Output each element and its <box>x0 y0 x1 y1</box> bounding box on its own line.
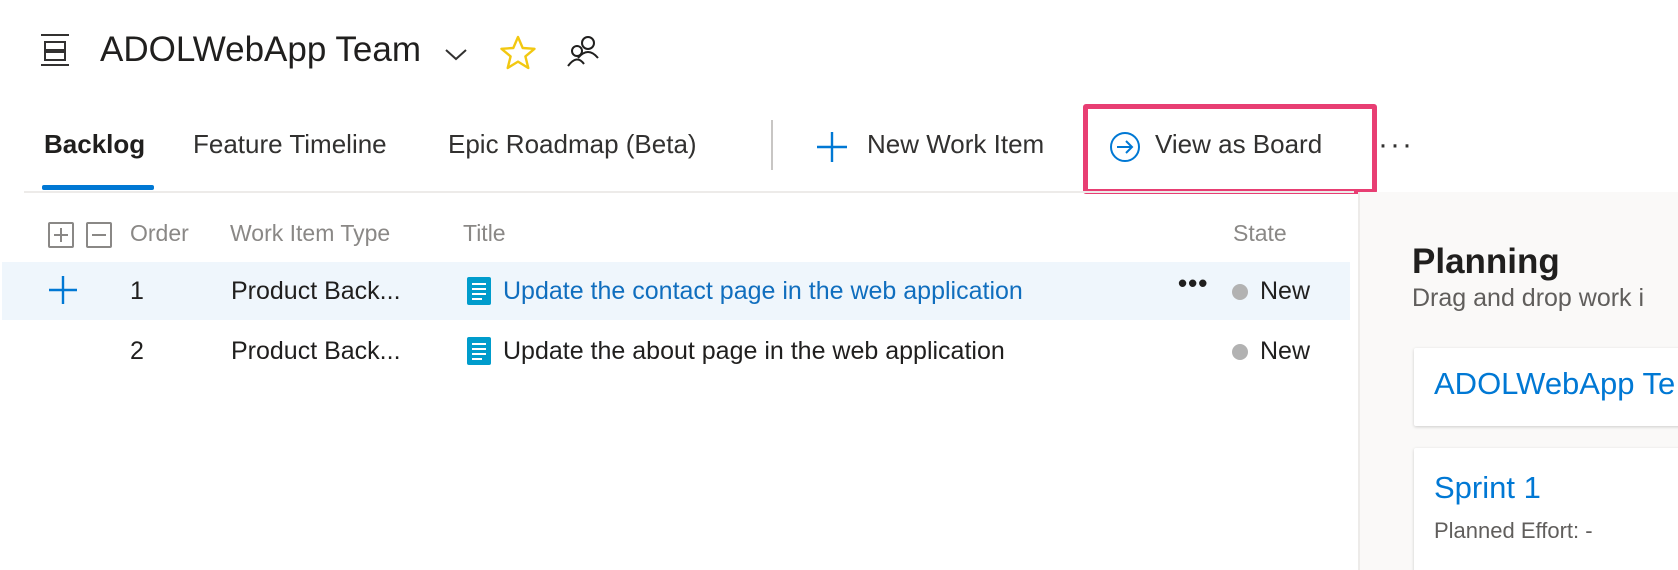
card-title[interactable]: ADOLWebApp Te <box>1434 366 1675 402</box>
highlight-box <box>1083 104 1377 194</box>
planning-panel: Planning Drag and drop work i ADOLWebApp… <box>1360 192 1678 570</box>
tab-bar: Backlog Feature Timeline Epic Roadmap (B… <box>0 104 1678 192</box>
active-tab-indicator <box>42 185 154 190</box>
tab-epic-roadmap[interactable]: Epic Roadmap (Beta) <box>448 124 697 186</box>
tab-bar-divider <box>24 191 1354 193</box>
row-order: 1 <box>130 277 144 305</box>
chevron-down-icon[interactable] <box>443 44 469 64</box>
planning-card-sprint[interactable]: Sprint 1 Planned Effort: - <box>1414 448 1678 570</box>
new-work-item-label: New Work Item <box>867 129 1045 159</box>
expand-all-icon[interactable] <box>48 222 74 248</box>
page-header: ADOLWebApp Team <box>0 0 1678 104</box>
column-header-work-item-type[interactable]: Work Item Type <box>230 220 390 247</box>
planning-subtitle: Drag and drop work i <box>1412 284 1645 312</box>
row-title-link[interactable]: Update the contact page in the web appli… <box>503 274 1023 308</box>
column-header-order[interactable]: Order <box>130 220 189 247</box>
state-new-dot <box>1232 344 1248 360</box>
more-commands-icon[interactable]: ··· <box>1378 128 1414 162</box>
grid-header: Order Work Item Type Title State <box>0 214 1354 254</box>
row-title-link[interactable]: Update the about page in the web applica… <box>503 334 1005 368</box>
state-new-dot <box>1232 284 1248 300</box>
toolbar-divider <box>771 120 773 170</box>
tab-feature-timeline[interactable]: Feature Timeline <box>193 124 387 186</box>
row-work-item-type: Product Back... <box>231 277 401 305</box>
product-backlog-item-icon <box>467 337 491 365</box>
team-name[interactable]: ADOLWebApp Team <box>100 30 421 70</box>
favorite-star-icon[interactable] <box>499 34 537 72</box>
row-work-item-type: Product Back... <box>231 337 401 365</box>
planning-title: Planning <box>1412 242 1560 281</box>
card-title[interactable]: Sprint 1 <box>1434 470 1541 506</box>
table-row[interactable]: 2 Product Back... Update the about page … <box>2 322 1350 380</box>
add-icon <box>817 132 847 162</box>
tab-backlog[interactable]: Backlog <box>44 124 145 186</box>
column-header-title[interactable]: Title <box>463 220 506 247</box>
backlog-page: ADOLWebApp Team Backlog Feature Timeline… <box>0 0 1678 570</box>
row-state: New <box>1260 337 1311 365</box>
row-order: 2 <box>130 337 144 365</box>
new-work-item-button[interactable]: New Work Item <box>815 124 1075 168</box>
collapse-all-icon[interactable] <box>86 222 112 248</box>
product-backlog-item-icon <box>467 277 491 305</box>
row-state: New <box>1260 277 1311 305</box>
card-planned-effort: Planned Effort: - <box>1434 518 1593 543</box>
table-row[interactable]: 1 Product Back... Update the contact pag… <box>2 262 1350 320</box>
backlog-icon <box>41 34 69 66</box>
column-header-state[interactable]: State <box>1233 220 1287 247</box>
row-more-icon[interactable]: ••• <box>1178 268 1208 299</box>
add-child-icon[interactable] <box>48 275 78 305</box>
planning-card-team-backlog[interactable]: ADOLWebApp Te <box>1414 348 1678 426</box>
team-members-icon[interactable] <box>566 34 600 70</box>
